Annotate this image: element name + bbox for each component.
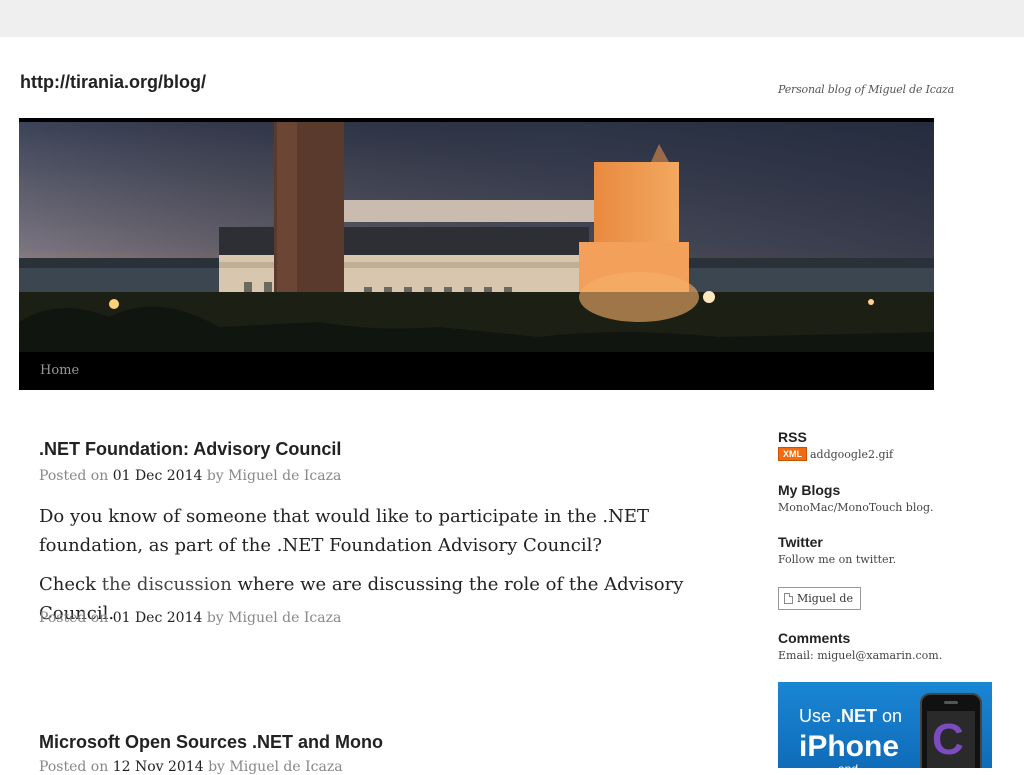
dotnet-iphone-ad[interactable]: Use .NET on iPhone and C [778, 682, 992, 768]
meta-prefix: Posted on [39, 759, 109, 775]
phone-speaker [944, 701, 958, 704]
post-footer-meta: Posted on 01 Dec 2014 by Miguel de Icaza [39, 610, 341, 626]
site-title-link[interactable]: http://tirania.org/blog/ [20, 72, 206, 93]
meta-prefix: Posted on [39, 610, 109, 626]
post-title-link[interactable]: Microsoft Open Sources .NET and Mono [39, 732, 383, 753]
nav-home-link[interactable]: Home [40, 363, 79, 378]
rss-widget-title: RSS [778, 429, 807, 445]
main-nav: Home [19, 352, 934, 390]
monomac-blog-link[interactable]: MonoMac/MonoTouch blog. [778, 501, 934, 514]
post-title-link[interactable]: .NET Foundation: Advisory Council [39, 439, 341, 460]
post-author-link[interactable]: Miguel de Icaza [228, 610, 341, 626]
header-banner-image [19, 122, 934, 352]
ad-line-3: and [838, 762, 858, 768]
ad-line-1: Use .NET on [799, 706, 902, 727]
email-link[interactable]: miguel@xamarin.com. [817, 649, 942, 662]
email-label: Email: [778, 649, 814, 662]
phone-icon: C [920, 693, 982, 768]
post-date-link[interactable]: 01 Dec 2014 [113, 468, 203, 484]
discussion-link[interactable]: the discussion [102, 574, 232, 595]
ad-line-2: iPhone [799, 730, 900, 763]
comments-email: Email: miguel@xamarin.com. [778, 649, 942, 662]
ad-text: Use [799, 706, 837, 726]
twitter-image-alt: Miguel de [797, 592, 853, 605]
post-author-link[interactable]: Miguel de Icaza [229, 759, 342, 775]
browser-top-band [0, 0, 1024, 37]
meta-by: by [206, 468, 224, 484]
ad-text: on [877, 706, 903, 726]
meta-by: by [208, 759, 225, 775]
comments-widget-title: Comments [778, 630, 851, 646]
site-description: Personal blog of Miguel de Icaza [778, 83, 955, 96]
meta-prefix: Posted on [39, 468, 109, 484]
broken-image-icon [784, 593, 793, 604]
twitter-image-link[interactable]: Miguel de [778, 587, 861, 610]
csharp-logo-icon: C [932, 715, 964, 764]
twitter-widget-title: Twitter [778, 534, 823, 550]
ad-text-bold: .NET [836, 706, 878, 726]
post-date-link[interactable]: 01 Dec 2014 [113, 610, 203, 626]
post-paragraph: Do you know of someone that would like t… [39, 506, 649, 556]
text-fragment: Check [39, 574, 102, 595]
xml-feed-badge[interactable]: XML [778, 447, 807, 461]
post-author-link[interactable]: Miguel de Icaza [228, 468, 341, 484]
post-meta: Posted on 01 Dec 2014 by Miguel de Icaza [39, 468, 341, 484]
post-date-link[interactable]: 12 Nov 2014 [113, 759, 204, 775]
add-google-link[interactable]: addgoogle2.gif [810, 448, 893, 461]
meta-by: by [206, 610, 224, 626]
post-meta: Posted on 12 Nov 2014 by Miguel de Icaza [39, 759, 343, 775]
rss-links: XML addgoogle2.gif [778, 447, 893, 461]
twitter-follow-link[interactable]: Follow me on twitter. [778, 553, 896, 566]
blogs-widget-title: My Blogs [778, 482, 841, 498]
